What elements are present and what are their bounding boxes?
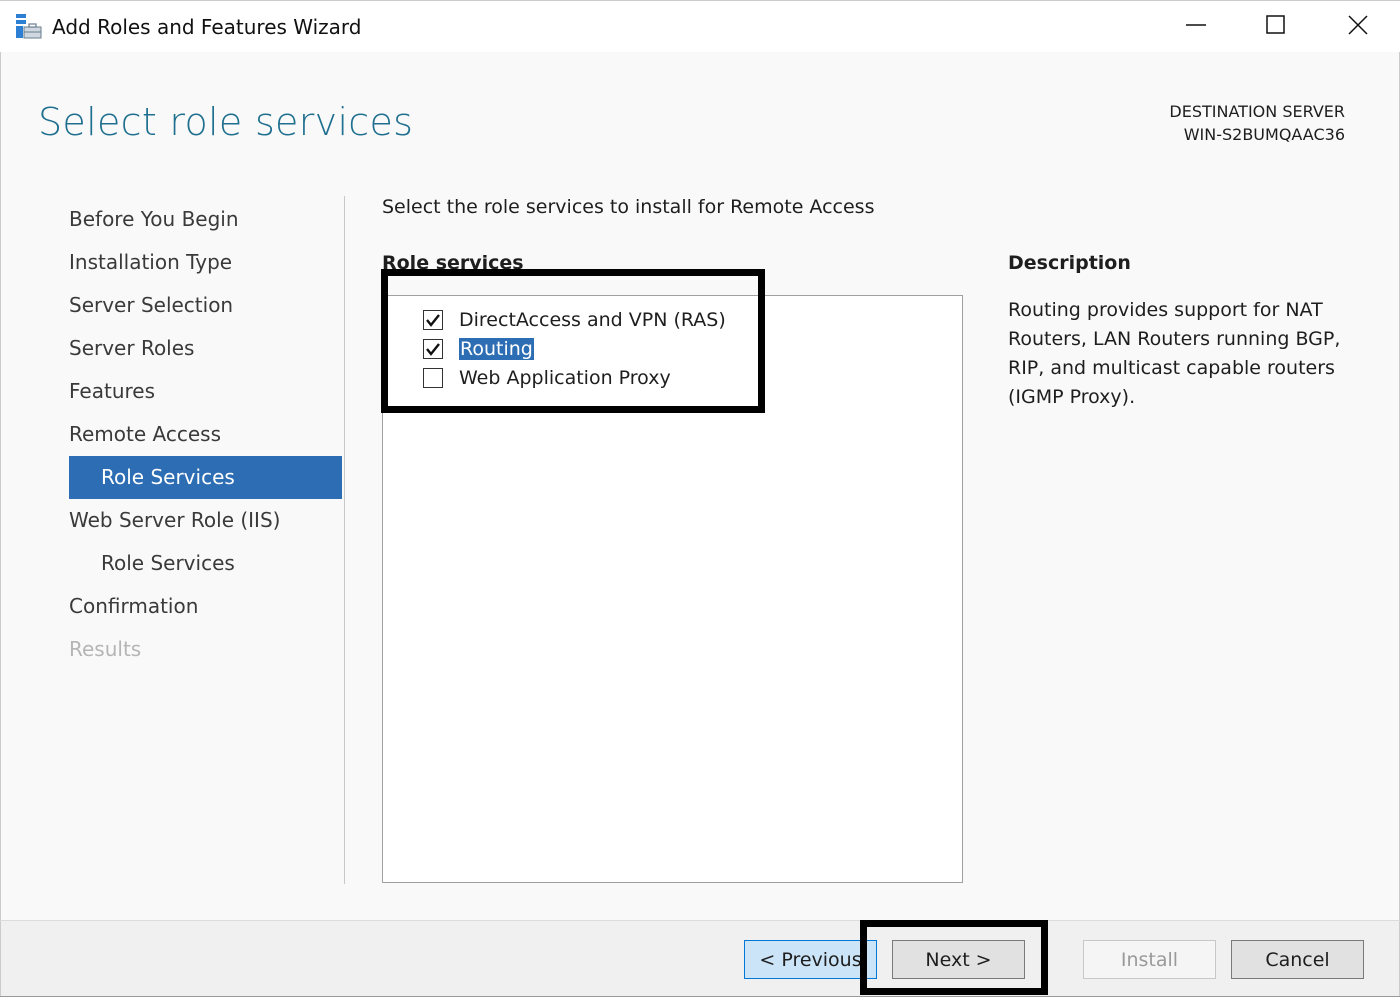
wizard-steps-nav: Before You Begin Installation Type Serve… (69, 198, 342, 671)
role-service-directaccess-vpn[interactable]: DirectAccess and VPN (RAS) (423, 306, 726, 334)
nav-step-server-selection[interactable]: Server Selection (69, 284, 342, 327)
install-button: Install (1083, 940, 1216, 979)
window-title: Add Roles and Features Wizard (52, 15, 362, 39)
maximize-icon (1266, 15, 1286, 39)
checkbox-directaccess-vpn[interactable] (423, 310, 443, 330)
wizard-footer: < Previous Next > Install Cancel (0, 920, 1400, 996)
title-bar: Add Roles and Features Wizard (0, 0, 1400, 53)
page-title: Select role services (38, 100, 414, 144)
description-text: Routing provides support for NAT Routers… (1008, 299, 1341, 408)
nav-step-features[interactable]: Features (69, 370, 342, 413)
nav-step-server-roles[interactable]: Server Roles (69, 327, 342, 370)
description-heading: Description (1008, 252, 1131, 274)
minimize-button[interactable] (1166, 9, 1226, 45)
nav-step-web-server-role[interactable]: Web Server Role (IIS) (69, 499, 342, 542)
nav-step-results: Results (69, 637, 142, 661)
role-services-heading: Role services (382, 252, 524, 274)
nav-step-installation-type[interactable]: Installation Type (69, 241, 342, 284)
server-manager-icon (16, 14, 42, 40)
close-icon (1348, 15, 1368, 39)
role-services-list[interactable]: DirectAccess and VPN (RAS) Routing Web A… (382, 295, 963, 883)
checkmark-icon (426, 343, 440, 356)
previous-button[interactable]: < Previous (744, 940, 877, 979)
nav-step-confirmation[interactable]: Confirmation (69, 585, 342, 628)
role-service-web-application-proxy[interactable]: Web Application Proxy (423, 364, 671, 392)
close-button[interactable] (1328, 9, 1388, 45)
role-service-label: Web Application Proxy (459, 367, 671, 389)
minimize-icon (1186, 15, 1206, 39)
destination-server-info: DESTINATION SERVER WIN-S2BUMQAAC36 (1169, 100, 1345, 146)
nav-step-web-server-role-services[interactable]: Role Services (69, 542, 342, 585)
next-button[interactable]: Next > (892, 940, 1025, 979)
nav-step-remote-access-role-services[interactable]: Role Services (69, 456, 342, 499)
destination-server-label: DESTINATION SERVER (1169, 102, 1345, 121)
role-service-label: Routing (459, 338, 534, 360)
instruction-text: Select the role services to install for … (382, 196, 875, 218)
nav-step-before-you-begin[interactable]: Before You Begin (69, 198, 342, 241)
nav-divider (344, 196, 345, 884)
nav-step-remote-access[interactable]: Remote Access (69, 413, 342, 456)
role-service-routing[interactable]: Routing (423, 335, 534, 363)
checkmark-icon (426, 314, 440, 327)
checkbox-web-application-proxy[interactable] (423, 368, 443, 388)
cancel-button[interactable]: Cancel (1231, 940, 1364, 979)
wizard-body: Select role services DESTINATION SERVER … (0, 52, 1400, 920)
role-service-label: DirectAccess and VPN (RAS) (459, 309, 726, 331)
maximize-button[interactable] (1246, 9, 1306, 45)
checkbox-routing[interactable] (423, 339, 443, 359)
destination-server-name: WIN-S2BUMQAAC36 (1183, 125, 1345, 144)
